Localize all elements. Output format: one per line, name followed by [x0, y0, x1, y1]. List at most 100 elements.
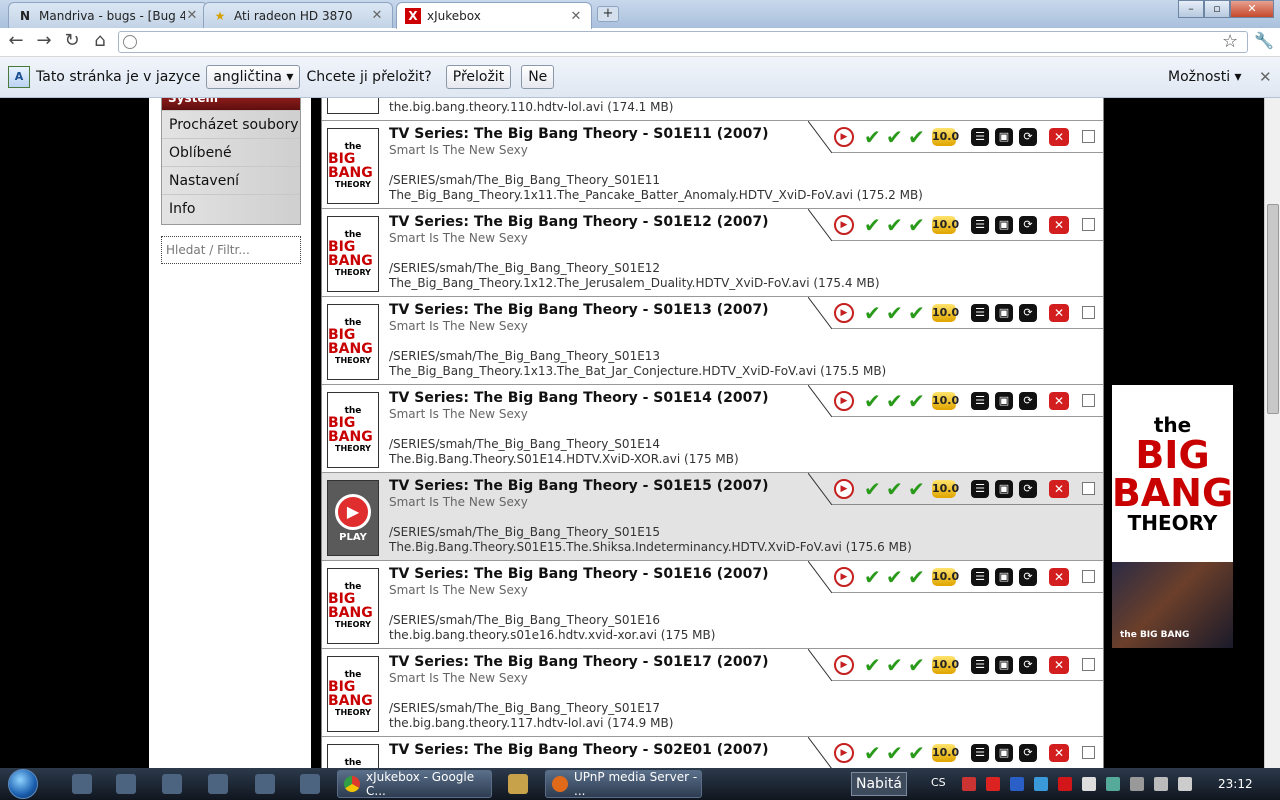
delete-icon[interactable]: ✕ [1049, 128, 1069, 146]
image-icon[interactable]: ▣ [995, 480, 1013, 498]
table-row[interactable]: the BIG BANG THEORY TV Series: The Big B… [322, 121, 1103, 209]
sidebar-item-info[interactable]: Info [162, 194, 300, 222]
page-scrollbar[interactable] [1264, 98, 1280, 768]
play-icon[interactable]: ▶ [834, 303, 854, 323]
select-checkbox[interactable] [1082, 130, 1095, 143]
close-tab-icon[interactable]: ✕ [569, 9, 583, 24]
delete-icon[interactable]: ✕ [1049, 744, 1069, 762]
check-icon[interactable]: ✔ [864, 301, 881, 325]
ati-icon[interactable] [1058, 777, 1072, 791]
poster-thumbnail[interactable]: the BIG BANG THEORY [327, 128, 379, 204]
explorer-folder-icon[interactable] [508, 774, 528, 794]
close-tab-icon[interactable]: ✕ [185, 8, 199, 23]
select-checkbox[interactable] [1082, 394, 1095, 407]
episode-title[interactable]: TV Series: The Big Bang Theory - S01E15 … [389, 478, 769, 494]
episode-title[interactable]: TV Series: The Big Bang Theory - S01E13 … [389, 302, 769, 318]
check-icon[interactable]: ✔ [864, 213, 881, 237]
check-icon[interactable]: ✔ [864, 741, 881, 765]
list-item[interactable]: the.big.bang.theory.110.hdtv-lol.avi (17… [322, 98, 1103, 121]
check-icon[interactable]: ✔ [886, 477, 903, 501]
clock[interactable]: 23:12 [1218, 777, 1253, 791]
search-filter-input[interactable]: Hledat / Filtr... [161, 236, 301, 264]
refresh-icon[interactable]: ⟳ [1019, 744, 1037, 762]
table-row[interactable]: ▶ PLAY TV Series: The Big Bang Theory - … [322, 473, 1103, 561]
new-tab-button[interactable]: + [597, 6, 619, 22]
select-checkbox[interactable] [1082, 306, 1095, 319]
rating-badge[interactable]: 10.0 [932, 480, 959, 498]
rating-badge[interactable]: 10.0 [932, 744, 959, 762]
image-icon[interactable]: ▣ [995, 392, 1013, 410]
image-icon[interactable]: ▣ [995, 304, 1013, 322]
select-checkbox[interactable] [1082, 570, 1095, 583]
rating-badge[interactable]: 10.0 [932, 304, 959, 322]
sidebar-item-browse[interactable]: Procházet soubory [162, 110, 300, 138]
tab-xjukebox[interactable]: X xJukebox ✕ [396, 2, 592, 29]
quicklaunch-icon[interactable] [300, 774, 320, 794]
forward-arrow-icon[interactable]: → [32, 31, 56, 53]
tray-icon[interactable] [1106, 777, 1120, 791]
close-window-button[interactable]: ✕ [1230, 0, 1274, 18]
check-icon[interactable]: ✔ [908, 301, 925, 325]
network-icon[interactable] [1154, 777, 1168, 791]
table-row[interactable]: the BIG BANG THEORY TV Series: The Big B… [322, 649, 1103, 737]
check-icon[interactable]: ✔ [864, 565, 881, 589]
table-row[interactable]: the BIG BANG THEORY TV Series: The Big B… [322, 561, 1103, 649]
episode-title[interactable]: TV Series: The Big Bang Theory - S01E11 … [389, 126, 769, 142]
language-indicator[interactable]: CS [931, 776, 946, 789]
play-icon[interactable]: ▶ [834, 567, 854, 587]
table-row[interactable]: the BIG BANG THEORY TV Series: The Big B… [322, 209, 1103, 297]
check-icon[interactable]: ✔ [886, 213, 903, 237]
table-row[interactable]: the BIG BANG THEORY TV Series: The Big B… [322, 385, 1103, 473]
wrench-menu-icon[interactable]: 🔧 [1254, 31, 1274, 50]
close-tab-icon[interactable]: ✕ [370, 8, 384, 23]
maximize-button[interactable]: ▫ [1204, 0, 1230, 18]
check-icon[interactable]: ✔ [908, 477, 925, 501]
poster-thumbnail[interactable]: the BIG BANG THEORY [327, 216, 379, 292]
delete-icon[interactable]: ✕ [1049, 656, 1069, 674]
quicklaunch-icon[interactable] [162, 774, 182, 794]
poster-thumbnail[interactable]: the BIG BANG THEORY [327, 744, 379, 768]
tray-icon[interactable] [962, 777, 976, 791]
taskbar-chrome-button[interactable]: xJukebox - Google C... [337, 770, 492, 798]
check-icon[interactable]: ✔ [886, 653, 903, 677]
check-icon[interactable]: ✔ [864, 477, 881, 501]
rating-badge[interactable]: 10.0 [932, 568, 959, 586]
check-icon[interactable]: ✔ [908, 213, 925, 237]
scrollbar-thumb[interactable] [1267, 204, 1279, 414]
play-icon[interactable]: ▶ [834, 127, 854, 147]
play-icon[interactable]: ▶ [834, 655, 854, 675]
image-icon[interactable]: ▣ [995, 216, 1013, 234]
delete-icon[interactable]: ✕ [1049, 568, 1069, 586]
tray-icon[interactable] [986, 777, 1000, 791]
details-icon[interactable]: ☰ [971, 216, 989, 234]
back-arrow-icon[interactable]: ← [4, 31, 28, 53]
select-checkbox[interactable] [1082, 746, 1095, 759]
check-icon[interactable]: ✔ [908, 125, 925, 149]
refresh-icon[interactable]: ⟳ [1019, 216, 1037, 234]
play-icon[interactable]: ▶ [834, 391, 854, 411]
tray-icon[interactable] [1130, 777, 1144, 791]
poster-thumbnail[interactable]: the BIG BANG THEORY [327, 656, 379, 732]
check-icon[interactable]: ✔ [886, 389, 903, 413]
delete-icon[interactable]: ✕ [1049, 304, 1069, 322]
delete-icon[interactable]: ✕ [1049, 216, 1069, 234]
refresh-icon[interactable]: ⟳ [1019, 304, 1037, 322]
bluetooth-icon[interactable] [1010, 777, 1024, 791]
refresh-icon[interactable]: ⟳ [1019, 392, 1037, 410]
check-icon[interactable]: ✔ [908, 653, 925, 677]
poster-thumbnail[interactable] [327, 98, 379, 114]
refresh-icon[interactable]: ⟳ [1019, 128, 1037, 146]
quicklaunch-icon[interactable] [72, 774, 92, 794]
check-icon[interactable]: ✔ [886, 125, 903, 149]
play-thumbnail[interactable]: ▶ PLAY [327, 480, 379, 556]
episode-title[interactable]: TV Series: The Big Bang Theory - S01E12 … [389, 214, 769, 230]
bookmark-star-icon[interactable]: ☆ [1222, 31, 1238, 52]
details-icon[interactable]: ☰ [971, 744, 989, 762]
sidebar-item-favorites[interactable]: Oblíbené [162, 138, 300, 166]
select-checkbox[interactable] [1082, 658, 1095, 671]
table-row[interactable]: the BIG BANG THEORY TV Series: The Big B… [322, 297, 1103, 385]
refresh-icon[interactable]: ⟳ [1019, 656, 1037, 674]
details-icon[interactable]: ☰ [971, 480, 989, 498]
keyboard-icon[interactable] [208, 774, 228, 794]
play-icon[interactable]: ▶ [834, 215, 854, 235]
